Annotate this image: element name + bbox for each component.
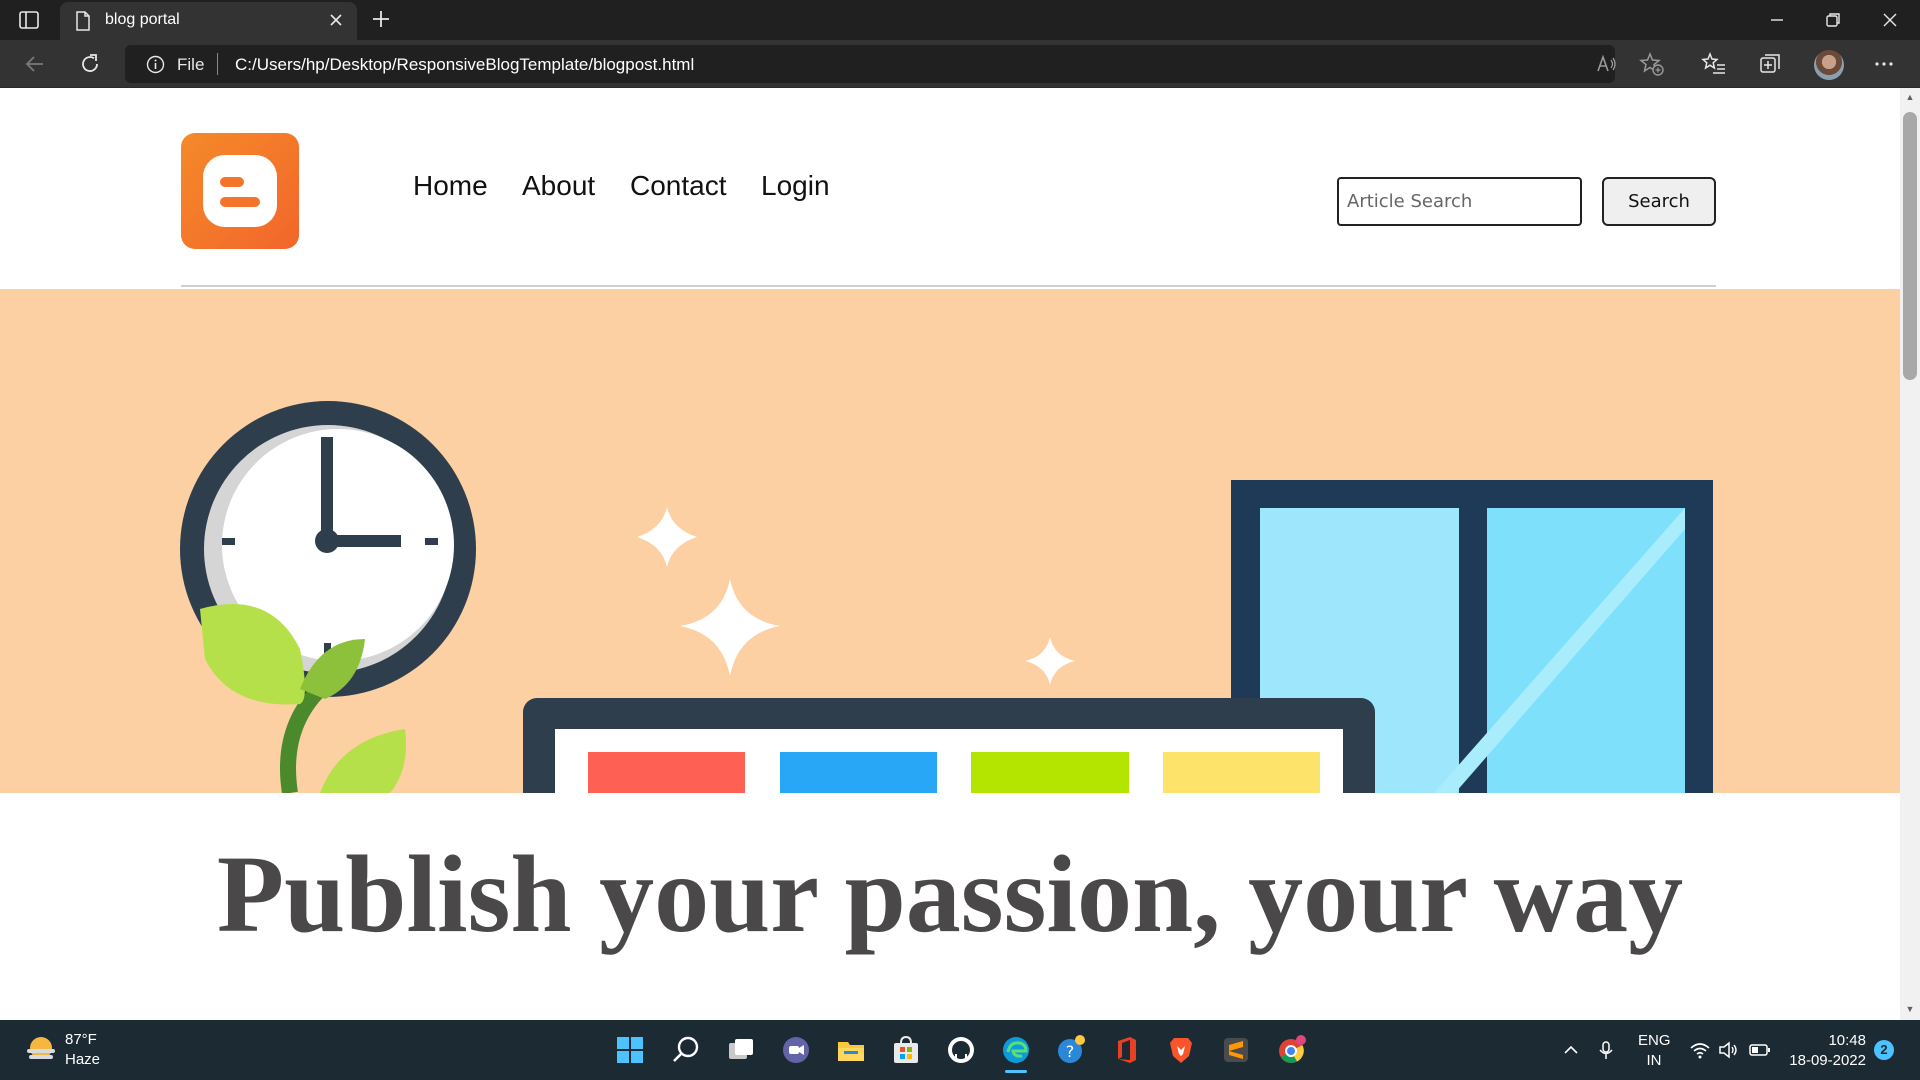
clock-date[interactable]: 18-09-2022 <box>1786 1052 1866 1069</box>
info-icon[interactable] <box>146 55 165 74</box>
collections-icon[interactable] <box>1757 51 1783 77</box>
logo-mark <box>203 155 277 227</box>
address-bar[interactable]: File C:/Users/hp/Desktop/ResponsiveBlogT… <box>125 45 1615 83</box>
page-icon <box>76 11 90 31</box>
nav-login[interactable]: Login <box>761 170 830 202</box>
url-text[interactable]: C:/Users/hp/Desktop/ResponsiveBlogTempla… <box>235 55 694 75</box>
weather-description[interactable]: Haze <box>65 1051 100 1068</box>
nav-about[interactable]: About <box>522 170 595 202</box>
favorites-icon[interactable] <box>1701 51 1727 77</box>
scroll-up-arrow-icon[interactable]: ▲ <box>1903 92 1917 104</box>
color-tile-red <box>588 752 745 793</box>
new-tab-icon[interactable] <box>370 8 392 30</box>
more-menu-icon[interactable] <box>1871 51 1897 77</box>
nav-home[interactable]: Home <box>413 170 488 202</box>
sublime-text-icon[interactable] <box>1220 1034 1252 1066</box>
address-separator <box>217 53 218 75</box>
start-icon[interactable] <box>614 1034 646 1066</box>
chevron-up-icon[interactable] <box>1562 1042 1580 1058</box>
clock-time[interactable]: 10:48 <box>1818 1032 1866 1049</box>
search-icon[interactable] <box>670 1034 702 1066</box>
article-search-input[interactable] <box>1337 177 1582 226</box>
brave-browser-icon[interactable] <box>1165 1034 1197 1066</box>
nav-contact[interactable]: Contact <box>630 170 727 202</box>
github-icon[interactable] <box>945 1034 977 1066</box>
scheme-label: File <box>177 55 205 74</box>
search-button[interactable]: Search <box>1602 177 1716 226</box>
chrome-icon[interactable] <box>1275 1034 1307 1066</box>
weather-temperature[interactable]: 87°F <box>65 1031 97 1048</box>
microsoft-store-icon[interactable] <box>890 1034 922 1066</box>
tab-title: blog portal <box>105 11 180 28</box>
page-headline: Publish your passion, your way <box>216 833 1684 955</box>
color-tile-blue <box>780 752 937 793</box>
header-divider <box>181 285 1716 287</box>
close-window-icon[interactable] <box>1878 8 1902 32</box>
profile-avatar[interactable] <box>1814 50 1844 80</box>
notification-badge[interactable]: 2 <box>1874 1040 1894 1060</box>
help-icon[interactable]: ? <box>1055 1034 1087 1066</box>
color-tile-green <box>971 752 1129 793</box>
page-viewport: Home About Contact Login Search <box>0 88 1900 1020</box>
active-app-indicator <box>1005 1070 1027 1073</box>
svg-text:?: ? <box>1066 1042 1075 1061</box>
browser-toolbar: File C:/Users/hp/Desktop/ResponsiveBlogT… <box>0 40 1920 88</box>
scroll-down-arrow-icon[interactable]: ▼ <box>1903 1004 1917 1016</box>
volume-icon[interactable] <box>1717 1041 1739 1059</box>
language-region[interactable]: IN <box>1638 1052 1670 1069</box>
office-icon[interactable] <box>1110 1034 1142 1066</box>
teams-chat-icon[interactable] <box>780 1034 812 1066</box>
minimize-icon[interactable] <box>1765 8 1789 32</box>
refresh-icon[interactable] <box>77 51 103 77</box>
close-tab-icon[interactable] <box>327 11 345 29</box>
microphone-icon[interactable] <box>1597 1040 1615 1060</box>
blogger-logo[interactable] <box>181 133 299 249</box>
tab-blog-portal[interactable]: blog portal <box>60 2 357 40</box>
file-explorer-icon[interactable] <box>835 1034 867 1066</box>
sparkle-icon <box>1025 637 1075 685</box>
scrollbar-thumb[interactable] <box>1903 112 1917 380</box>
restore-icon[interactable] <box>1821 8 1845 32</box>
sparkle-icon <box>637 507 697 567</box>
wifi-icon[interactable] <box>1689 1041 1711 1059</box>
edge-browser-icon[interactable] <box>1000 1034 1032 1066</box>
sparkle-icon <box>680 579 780 676</box>
weather-haze-icon[interactable] <box>24 1034 58 1064</box>
read-aloud-icon[interactable] <box>1594 51 1620 77</box>
browser-title-bar: blog portal <box>0 0 1920 40</box>
color-tile-yellow <box>1163 752 1320 793</box>
battery-icon[interactable] <box>1749 1043 1771 1057</box>
language-indicator[interactable]: ENG <box>1638 1032 1671 1049</box>
task-view-icon[interactable] <box>725 1034 757 1066</box>
add-favorite-icon[interactable] <box>1639 51 1665 77</box>
tab-actions-icon[interactable] <box>18 10 40 30</box>
back-icon[interactable] <box>22 51 48 77</box>
